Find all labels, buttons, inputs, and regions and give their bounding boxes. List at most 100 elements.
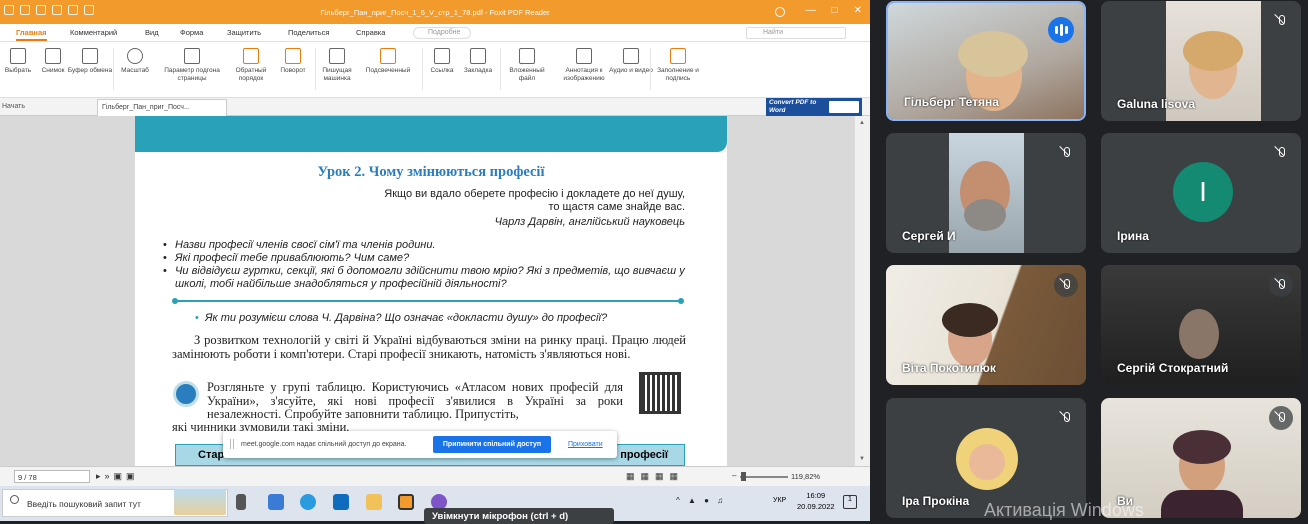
window-controls: — □ ✕	[806, 5, 862, 16]
task-view-icon[interactable]	[236, 494, 246, 510]
search-highlight-image	[174, 489, 226, 515]
tell-me-box[interactable]: Подробне	[413, 27, 471, 39]
document-tabs: Начать Гільберг_Пан_приг_Посч... Convert…	[0, 98, 870, 116]
audio-video-icon	[623, 48, 639, 64]
document-viewport[interactable]: Урок 2. Чому змінюються професії Якщо ви…	[0, 116, 870, 466]
tab-start[interactable]: Начать	[2, 103, 25, 110]
file-explorer-icon[interactable]	[366, 494, 382, 510]
fill-sign-icon	[670, 48, 686, 64]
participant-name: Сергій Стократний	[1117, 361, 1229, 375]
tab-document[interactable]: Гільберг_Пан_приг_Посч...	[97, 99, 227, 116]
link-icon	[434, 48, 450, 64]
convert-ad-banner[interactable]: Convert PDF to Word	[766, 98, 862, 116]
speaking-indicator-icon	[1048, 17, 1074, 43]
image-annotation-button[interactable]: Аннотация к изображению	[553, 48, 615, 83]
participant-avatar: І	[1173, 162, 1233, 222]
drag-handle-icon[interactable]	[230, 439, 234, 449]
fill-sign-button[interactable]: Заполнение и подпись	[654, 48, 702, 83]
select-text-icon	[10, 48, 26, 64]
participant-tile[interactable]: І Ірина	[1101, 133, 1301, 253]
scroll-up-icon[interactable]: ▲	[859, 120, 865, 126]
clock[interactable]: 16:09 20.09.2022	[797, 490, 835, 512]
zoom-slider-handle[interactable]	[741, 472, 746, 481]
tab-home[interactable]: Главная	[16, 28, 47, 41]
participant-beard	[964, 199, 1006, 231]
tab-form[interactable]: Форма	[180, 28, 203, 37]
zoom-value[interactable]: 119,82%	[791, 472, 820, 481]
edge-icon[interactable]	[300, 494, 316, 510]
foxit-taskbar-icon[interactable]	[398, 494, 414, 510]
system-tray-icons[interactable]: ^ ▲ ● ♫	[676, 496, 726, 505]
epigraph-author: Чарлз Дарвін, англійський науковець	[494, 216, 685, 228]
windows-activation-watermark: Активація Windows	[984, 500, 1144, 520]
participant-face	[1179, 309, 1219, 359]
hide-button[interactable]: Приховати	[568, 441, 603, 448]
rotate-button[interactable]: Поворот	[269, 48, 317, 75]
window-title: Гільберг_Пан_приг_Посч_1_6_V_стр_1_78.pd…	[320, 8, 550, 17]
list-item: Назви професії членів своєї сім'ї та чле…	[163, 239, 695, 252]
snapshot-icon	[45, 48, 61, 64]
participant-tile[interactable]: Сергей И	[886, 133, 1086, 253]
participant-hair	[942, 303, 998, 337]
audio-video-button[interactable]: Аудио и видео	[607, 48, 655, 75]
highlight-button[interactable]: Подсвеченный	[357, 48, 419, 75]
tab-comment[interactable]: Комментарий	[70, 28, 117, 37]
page-header-band	[135, 116, 727, 152]
globe-icon	[173, 381, 199, 407]
participant-tile[interactable]: Гільберг Тетяна	[886, 1, 1086, 121]
mic-off-icon	[1269, 141, 1293, 165]
table-header-cell: Стар	[198, 449, 225, 461]
maximize-icon[interactable]: □	[832, 5, 838, 16]
fit-page-button[interactable]: Параметр подгона страницы	[156, 48, 228, 83]
participant-hair	[958, 31, 1028, 77]
mic-off-icon	[1269, 406, 1293, 430]
paragraph: З розвитком технологій у світі й Україні…	[172, 333, 686, 361]
participant-tile[interactable]: Galuna lisova	[1101, 1, 1301, 121]
scroll-down-icon[interactable]: ▼	[859, 456, 865, 462]
highlight-icon	[380, 48, 396, 64]
status-bar: 9 / 78 ▸»▣▣ ▦▦▦▦ – 119,82%	[0, 466, 870, 486]
mail-icon[interactable]	[333, 494, 349, 510]
stop-sharing-button[interactable]: Припинити спільний доступ	[433, 436, 551, 453]
zoom-slider[interactable]	[740, 476, 788, 478]
clipboard-button[interactable]: Буфер обмена	[66, 48, 114, 75]
qr-code	[639, 372, 681, 414]
menu-bar: Главная Комментарий Вид Форма Защитить П…	[0, 24, 870, 42]
ribbon-separator	[500, 48, 501, 90]
participant-clothing	[1161, 490, 1243, 518]
tab-view[interactable]: Вид	[145, 28, 159, 37]
vertical-scrollbar[interactable]: ▲ ▼	[854, 116, 870, 466]
page-nav-buttons[interactable]: ▸»▣▣	[96, 471, 139, 482]
mic-off-icon	[1269, 273, 1293, 297]
bookmark-button[interactable]: Закладка	[454, 48, 502, 75]
participant-name: Іра Прокіна	[902, 494, 970, 508]
participant-hair	[1183, 31, 1243, 71]
language-indicator[interactable]: УКР	[773, 497, 786, 504]
minimize-icon[interactable]: —	[806, 5, 816, 16]
participant-name: Гільберг Тетяна	[904, 95, 999, 109]
participant-tile[interactable]: Сергій Стократний	[1101, 265, 1301, 385]
close-icon[interactable]: ✕	[854, 5, 862, 16]
zoom-out-icon[interactable]: –	[732, 471, 736, 480]
attachment-icon	[519, 48, 535, 64]
list-item: Чи відвідуєш гуртки, секції, які б допом…	[163, 265, 695, 290]
tab-help[interactable]: Справка	[356, 28, 385, 37]
attachment-button[interactable]: Вложенный файл	[503, 48, 551, 83]
tab-protect[interactable]: Защитить	[227, 28, 261, 37]
pdf-page: Урок 2. Чому змінюються професії Якщо ви…	[135, 116, 727, 466]
participant-avatar	[956, 428, 1018, 490]
reverse-order-button[interactable]: Обратный порядок	[227, 48, 275, 83]
screen-share-bar: meet.google.com надає спільний доступ до…	[223, 431, 617, 458]
lesson-title: Урок 2. Чому змінюються професії	[317, 164, 545, 180]
tab-share[interactable]: Поделиться	[288, 28, 329, 37]
participant-tile[interactable]: Віта Покотилюк	[886, 265, 1086, 385]
clipboard-icon	[82, 48, 98, 64]
view-mode-buttons[interactable]: ▦▦▦▦	[626, 471, 684, 482]
typewriter-button[interactable]: Пишущая машинка	[313, 48, 361, 83]
zoom-button[interactable]: Масштаб	[111, 48, 159, 75]
page-number-input[interactable]: 9 / 78	[14, 470, 90, 483]
find-input[interactable]: Найти	[746, 27, 846, 39]
user-icon[interactable]	[775, 7, 785, 17]
store-icon[interactable]	[268, 494, 284, 510]
notifications-icon[interactable]: 1	[843, 495, 857, 509]
